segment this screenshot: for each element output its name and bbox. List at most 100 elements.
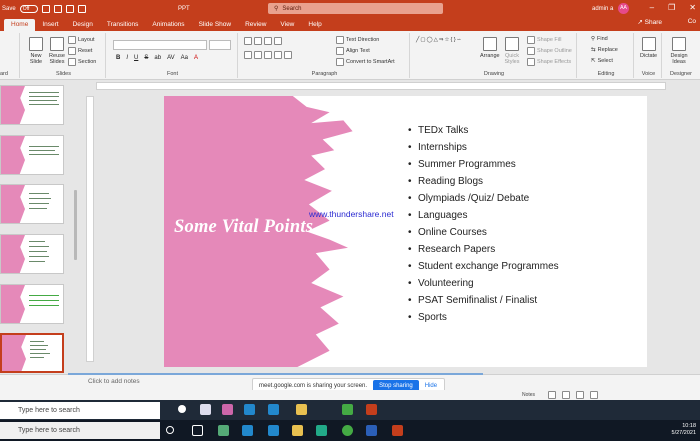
notes-splitter[interactable] bbox=[68, 373, 483, 375]
char-spacing-icon[interactable]: AV bbox=[167, 55, 175, 61]
shape-fill-button[interactable]: Shape Fill bbox=[527, 36, 561, 44]
share-button[interactable]: ↗ Share bbox=[637, 18, 662, 26]
tab-help[interactable]: Help bbox=[301, 19, 328, 31]
slide-thumbnail[interactable] bbox=[0, 85, 64, 125]
slide-thumbnail[interactable] bbox=[0, 284, 64, 324]
select-button[interactable]: ⇱ Select bbox=[591, 58, 613, 64]
save-icon[interactable] bbox=[41, 4, 50, 13]
slideshow-view-icon[interactable] bbox=[590, 391, 598, 399]
italic-button[interactable]: I bbox=[126, 55, 128, 61]
task-view-icon[interactable] bbox=[200, 404, 211, 415]
app-icon[interactable] bbox=[222, 404, 233, 415]
avatar[interactable]: AA bbox=[618, 3, 629, 14]
new-slide-button[interactable]: New Slide bbox=[28, 37, 44, 65]
section-button[interactable]: Section bbox=[68, 58, 96, 66]
ie-icon[interactable] bbox=[268, 404, 279, 415]
tab-slide-show[interactable]: Slide Show bbox=[192, 19, 239, 31]
undo-icon[interactable] bbox=[53, 4, 62, 13]
task-view-icon[interactable] bbox=[192, 425, 203, 436]
tab-animations[interactable]: Animations bbox=[145, 19, 191, 31]
taskbar-search-main[interactable]: Type here to search bbox=[0, 422, 160, 439]
font-color-icon[interactable]: A bbox=[194, 55, 198, 61]
change-case-icon[interactable]: Aa bbox=[181, 55, 188, 61]
strikethrough-button[interactable]: S bbox=[144, 55, 148, 61]
shapes-gallery[interactable]: ╱ ▢ ◯ △ ⇒ ☆{ } ∽ bbox=[416, 37, 478, 43]
present-icon[interactable] bbox=[77, 4, 86, 13]
tab-design[interactable]: Design bbox=[66, 19, 100, 31]
oval-shape-icon[interactable]: ◯ bbox=[427, 37, 433, 43]
reuse-slides-button[interactable]: Reuse Slides bbox=[48, 37, 66, 65]
bullets-icon[interactable] bbox=[244, 37, 282, 45]
ie-icon[interactable] bbox=[268, 425, 279, 436]
arrow-shape-icon[interactable]: ⇒ bbox=[439, 37, 444, 43]
text-shadow-icon[interactable]: ab bbox=[154, 55, 161, 61]
thumbnail-scrollbar[interactable] bbox=[74, 190, 77, 260]
sorter-view-icon[interactable] bbox=[562, 391, 570, 399]
slide-title[interactable]: Some Vital Points bbox=[174, 217, 313, 238]
quick-styles-button[interactable]: Quick Styles bbox=[502, 37, 522, 65]
slide-thumbnail-selected[interactable] bbox=[0, 333, 64, 373]
brace-shape-icon[interactable]: { } bbox=[450, 37, 455, 43]
redo-icon[interactable] bbox=[65, 4, 74, 13]
shape-effects-button[interactable]: Shape Effects bbox=[527, 58, 571, 66]
tab-review[interactable]: Review bbox=[238, 19, 273, 31]
shape-outline-button[interactable]: Shape Outline bbox=[527, 47, 572, 55]
app-icon[interactable] bbox=[218, 425, 229, 436]
tab-home[interactable]: Home bbox=[4, 19, 36, 31]
shape-effects-icon bbox=[527, 58, 535, 66]
chrome-icon[interactable] bbox=[342, 404, 353, 415]
folder-icon[interactable] bbox=[296, 404, 307, 415]
store-icon[interactable] bbox=[316, 425, 327, 436]
slide-thumbnail[interactable] bbox=[0, 184, 64, 224]
bold-button[interactable]: B bbox=[116, 55, 120, 61]
font-size-select[interactable] bbox=[209, 40, 231, 50]
replace-button[interactable]: ⇆ Replace bbox=[591, 47, 618, 53]
taskbar-search[interactable]: Type here to search bbox=[0, 402, 160, 419]
curve-shape-icon[interactable]: ∽ bbox=[457, 37, 462, 43]
dictate-button[interactable]: Dictate bbox=[640, 37, 657, 59]
reset-button[interactable]: Reset bbox=[68, 47, 92, 55]
layout-button[interactable]: Layout bbox=[68, 36, 95, 44]
triangle-shape-icon[interactable]: △ bbox=[434, 37, 438, 43]
design-ideas-button[interactable]: Design Ideas bbox=[668, 37, 690, 65]
restore-icon[interactable]: ❐ bbox=[668, 3, 675, 12]
bullet-list[interactable]: TEDx Talks Internships Summer Programmes… bbox=[408, 122, 559, 326]
hide-button[interactable]: Hide bbox=[425, 383, 437, 389]
autosave-toggle[interactable]: Off bbox=[19, 4, 38, 13]
align-icons[interactable] bbox=[244, 51, 292, 59]
slide-canvas[interactable]: Some Vital Points www.thundershare.net T… bbox=[164, 96, 647, 367]
search-box[interactable]: ⚲ Search bbox=[268, 3, 443, 14]
arrange-button[interactable]: Arrange bbox=[480, 37, 500, 59]
edge-icon[interactable] bbox=[244, 404, 255, 415]
find-button[interactable]: ⚲ Find bbox=[591, 36, 608, 42]
align-text-button[interactable]: Align Text bbox=[336, 47, 370, 55]
slide-thumbnail[interactable] bbox=[0, 234, 64, 274]
edge-icon[interactable] bbox=[242, 425, 253, 436]
convert-smartart-button[interactable]: Convert to SmartArt bbox=[336, 58, 395, 66]
powerpoint-icon[interactable] bbox=[366, 404, 377, 415]
comments-button[interactable]: Co bbox=[688, 18, 696, 25]
text-direction-button[interactable]: Text Direction bbox=[336, 36, 379, 44]
system-clock[interactable]: 10:18 5/27/2021 bbox=[672, 423, 696, 437]
chrome-icon[interactable] bbox=[342, 425, 353, 436]
tab-transitions[interactable]: Transitions bbox=[100, 19, 146, 31]
user-name[interactable]: admin a bbox=[592, 6, 613, 12]
normal-view-icon[interactable] bbox=[548, 391, 556, 399]
underline-button[interactable]: U bbox=[134, 55, 138, 61]
word-icon[interactable] bbox=[366, 425, 377, 436]
folder-icon[interactable] bbox=[292, 425, 303, 436]
cortana-icon[interactable] bbox=[166, 426, 174, 434]
minimize-icon[interactable]: – bbox=[650, 3, 654, 12]
tab-view[interactable]: View bbox=[273, 19, 301, 31]
reading-view-icon[interactable] bbox=[576, 391, 584, 399]
notes-toggle[interactable]: Notes bbox=[522, 392, 535, 398]
start-icon[interactable] bbox=[178, 405, 186, 413]
line-shape-icon[interactable]: ╱ bbox=[416, 37, 419, 43]
tab-insert[interactable]: Insert bbox=[35, 19, 65, 31]
star-shape-icon[interactable]: ☆ bbox=[445, 37, 450, 43]
font-name-select[interactable] bbox=[113, 40, 207, 50]
slide-thumbnail[interactable] bbox=[0, 135, 64, 175]
close-icon[interactable]: ✕ bbox=[689, 3, 696, 12]
rect-shape-icon[interactable]: ▢ bbox=[420, 37, 425, 43]
powerpoint-icon[interactable] bbox=[392, 425, 403, 436]
